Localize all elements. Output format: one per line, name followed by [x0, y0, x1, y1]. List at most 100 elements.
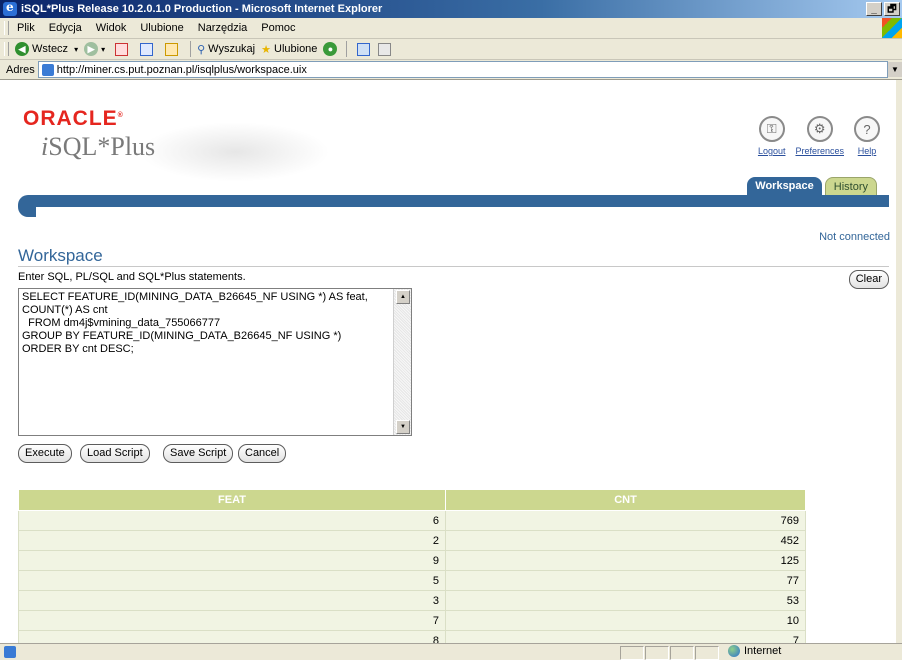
preferences-global-button[interactable]: ⚙ Preferences [795, 116, 844, 156]
table-row: 6 769 [18, 510, 806, 531]
tab-history[interactable]: History [824, 177, 877, 196]
sql-input[interactable] [19, 289, 391, 433]
status-pane [645, 646, 669, 660]
cell-cnt: 7 [445, 630, 806, 643]
address-dropdown-icon[interactable]: ▼ [888, 62, 902, 77]
oracle-logo-text: ORACLE [23, 107, 118, 130]
table-row: 87 [18, 630, 806, 643]
cell-cnt: 452 [445, 530, 806, 551]
toolbar-separator [190, 41, 192, 57]
menu-view[interactable]: Widok [96, 22, 127, 34]
table-row: 2 452 [18, 530, 806, 551]
scroll-down-icon[interactable]: ▼ [396, 420, 410, 434]
tab-workspace[interactable]: Workspace [747, 177, 822, 195]
favorites-button-label[interactable]: Ulubione [274, 43, 317, 55]
sql-editor: ▲ ▼ [18, 288, 412, 436]
forward-arrow-icon[interactable]: ▶ [84, 42, 99, 56]
page-icon [41, 63, 54, 76]
address-bar: Adres http://miner.cs.put.poznan.pl/isql… [0, 60, 902, 80]
table-row: 5 77 [18, 570, 806, 591]
cell-feat: 7 [18, 610, 446, 631]
cell-feat: 3 [18, 590, 446, 611]
window-controls: _ 🗗 [866, 2, 900, 16]
key-icon[interactable]: ⚿ [758, 116, 785, 142]
stop-icon[interactable] [115, 42, 129, 56]
clear-button[interactable]: Clear [848, 270, 889, 289]
brand-bar-curve [18, 207, 36, 217]
logout-global-button[interactable]: ⚿ Logout [758, 116, 786, 156]
media-icon[interactable]: ● [323, 42, 338, 56]
cell-cnt: 10 [445, 610, 806, 631]
preferences-icon[interactable]: ⚙ [806, 116, 833, 142]
cell-cnt: 125 [445, 550, 806, 571]
back-dropdown-icon[interactable]: ▾ [74, 45, 78, 54]
internet-zone-icon [728, 645, 740, 657]
logout-link[interactable]: Logout [758, 146, 786, 156]
page-title: Workspace [18, 246, 103, 265]
page-status-icon [4, 646, 16, 658]
window-title: iSQL*Plus Release 10.2.0.1.0 Production … [21, 3, 383, 15]
address-label: Adres [6, 63, 35, 76]
cell-feat: 9 [18, 550, 446, 571]
cell-feat: 5 [18, 570, 446, 591]
preferences-link[interactable]: Preferences [795, 146, 844, 156]
toolbar-grip[interactable] [4, 42, 9, 56]
cancel-button[interactable]: Cancel [238, 444, 287, 463]
instructions-text: Enter SQL, PL/SQL and SQL*Plus statement… [18, 271, 246, 283]
address-url[interactable]: http://miner.cs.put.poznan.pl/isqlplus/w… [57, 64, 307, 76]
table-row: 9 125 [18, 550, 806, 571]
status-pane [620, 646, 644, 660]
search-button-label[interactable]: Wyszukaj [208, 43, 255, 55]
menu-file[interactable]: Plik [17, 22, 35, 34]
restore-button[interactable]: 🗗 [884, 2, 900, 16]
oracle-logo: ORACLE® [23, 107, 124, 130]
cell-cnt: 77 [445, 570, 806, 591]
back-arrow-icon[interactable]: ◀ [15, 42, 29, 56]
brand-bar [18, 195, 889, 207]
connection-status: Not connected [819, 231, 890, 243]
tab-bar: Workspace History [744, 177, 877, 196]
refresh-icon[interactable] [140, 42, 154, 56]
menu-tools[interactable]: Narzędzia [198, 22, 248, 34]
window-titlebar: iSQL*Plus Release 10.2.0.1.0 Production … [0, 0, 902, 18]
menu-favorites[interactable]: Ulubione [140, 22, 183, 34]
menu-help[interactable]: Pomoc [261, 22, 295, 34]
status-pane [670, 646, 694, 660]
save-script-button[interactable]: Save Script [163, 444, 234, 463]
back-button-label[interactable]: Wstecz [32, 43, 68, 55]
editor-scrollbar[interactable]: ▲ ▼ [393, 289, 411, 435]
result-header-row: FEAT CNT [18, 489, 806, 511]
toolbar-grip[interactable] [4, 21, 9, 35]
title-divider [18, 266, 889, 267]
status-bar: Internet [0, 643, 902, 660]
mail-icon[interactable] [357, 42, 371, 56]
menu-edit[interactable]: Edycja [49, 22, 82, 34]
menu-bar: Plik Edycja Widok Ulubione Narzędzia Pom… [0, 18, 902, 39]
address-field[interactable]: http://miner.cs.put.poznan.pl/isqlplus/w… [37, 61, 888, 78]
internet-explorer-icon [3, 0, 17, 16]
cell-cnt: 53 [445, 590, 806, 611]
execute-button[interactable]: Execute [18, 444, 72, 463]
help-link[interactable]: Help [858, 146, 877, 156]
print-icon[interactable] [378, 42, 392, 56]
security-zone: Internet [728, 645, 781, 657]
search-icon[interactable]: ⚲ [197, 43, 205, 56]
standard-toolbar: ◀ Wstecz ▾ ▶ ▾ ⚲ Wyszukaj ★ Ulubione ● [0, 39, 902, 60]
header-decoration [140, 122, 330, 182]
result-table: FEAT CNT 6769 2452 9125 577 353 710 87 1… [18, 489, 806, 643]
zone-label: Internet [744, 645, 782, 657]
forward-dropdown-icon[interactable]: ▾ [101, 45, 105, 54]
page-scrollbar[interactable] [896, 80, 902, 643]
help-global-button[interactable]: ? Help [854, 116, 880, 156]
cell-feat: 8 [18, 630, 446, 643]
scroll-up-icon[interactable]: ▲ [396, 290, 410, 304]
home-icon[interactable] [165, 42, 179, 56]
table-row: 7 10 [18, 610, 806, 631]
windows-logo-icon [882, 18, 902, 38]
cell-feat: 6 [18, 510, 446, 531]
minimize-button[interactable]: _ [866, 2, 882, 16]
load-script-button[interactable]: Load Script [80, 444, 150, 463]
product-title: SQL*Plus [48, 132, 156, 161]
favorites-star-icon[interactable]: ★ [261, 43, 271, 56]
help-icon[interactable]: ? [854, 116, 880, 142]
